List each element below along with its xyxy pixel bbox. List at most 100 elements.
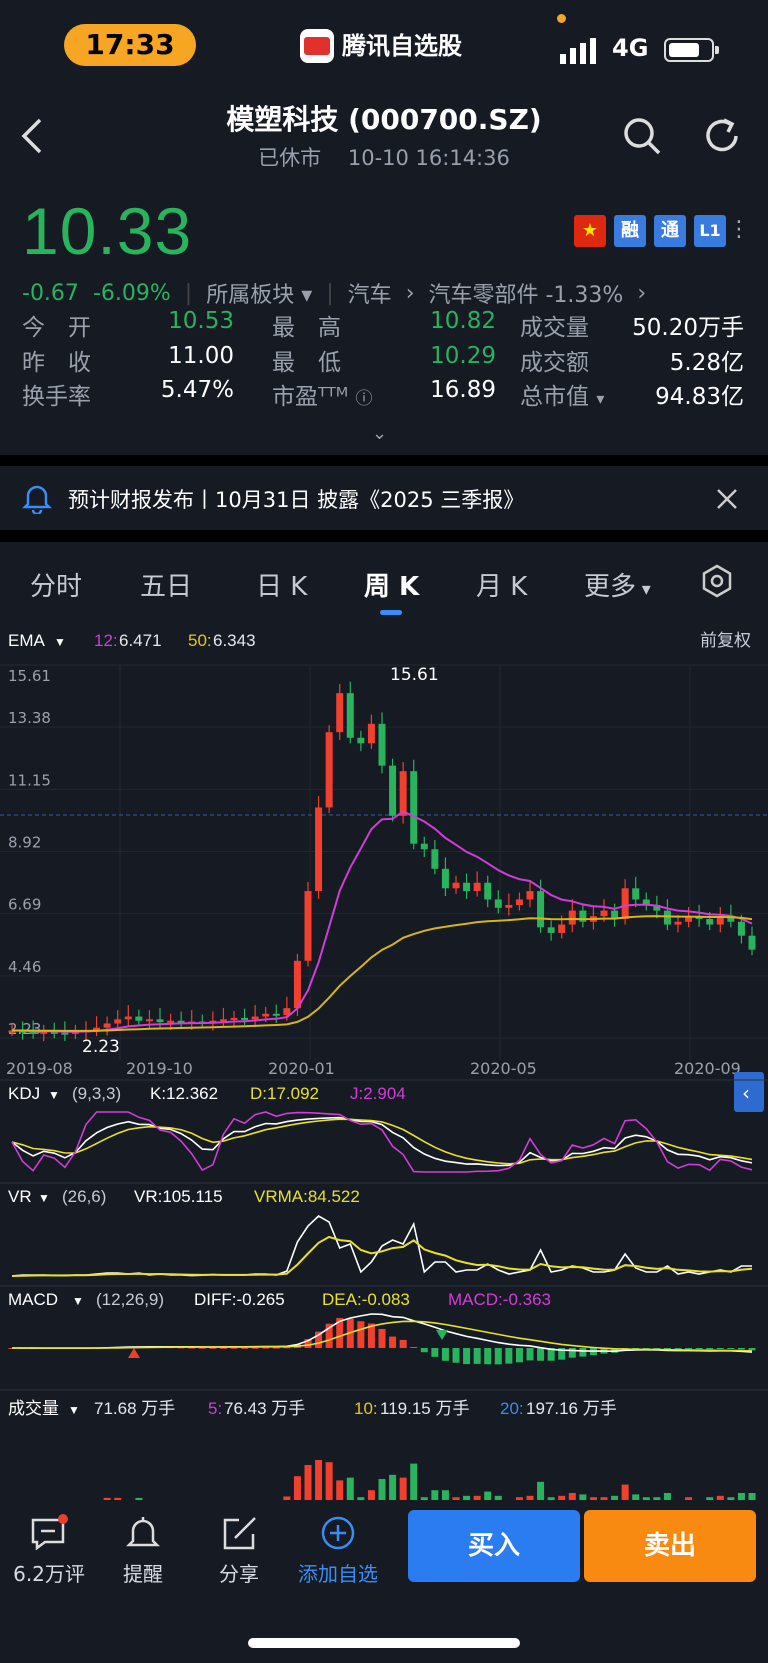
sector-link-auto[interactable]: 汽车 — [348, 277, 392, 309]
vol-ma20-value: 197.16 万手 — [526, 1399, 617, 1418]
expand-chevron-icon[interactable]: ⌄ — [372, 423, 387, 444]
ema12-value: 6.471 — [119, 631, 162, 650]
quote-datetime: 10-10 16:14:36 — [347, 146, 510, 170]
status-bar: 17:33 腾讯自选股 4G — [0, 0, 768, 100]
caret-down-icon: ▼ — [38, 1191, 50, 1205]
market-state: 已休市 — [258, 146, 322, 170]
macd-bar — [568, 1348, 576, 1358]
status-time: 17:33 — [64, 24, 196, 66]
candle-body — [420, 843, 428, 850]
adjust-mode[interactable]: 前复权 — [700, 631, 751, 650]
candle-body — [103, 1023, 111, 1028]
price-change-pct: -6.09% — [92, 280, 171, 306]
death-cross-marker — [436, 1330, 448, 1340]
china-flag-icon: ★ — [574, 215, 606, 247]
candle-body — [473, 882, 481, 892]
quote-panel: 10.33 ★ 融 通 L1 ⋮ -0.67 -6.09% | 所属板块 ▾ |… — [0, 183, 768, 455]
close-icon[interactable] — [712, 484, 742, 514]
price-change: -0.67 — [22, 280, 79, 306]
kdj-k: K:12.362 — [150, 1084, 218, 1103]
refresh-icon[interactable] — [702, 116, 742, 156]
earnings-notice[interactable]: 预计财报发布丨10月31日 披露《2025 三季报》 — [0, 466, 768, 530]
macd-bar — [515, 1348, 523, 1363]
chart-panel: 分时 五日 日 K 周 K 月 K 更多 ▾ EMA ▼ 12: 6.471 5… — [0, 542, 768, 1500]
sector-dropdown[interactable]: 所属板块 ▾ — [206, 277, 312, 309]
active-tab-indicator — [380, 610, 402, 615]
macd-histogram — [8, 1318, 756, 1365]
candle-body — [600, 910, 608, 917]
macd-bar — [748, 1348, 756, 1351]
level-badge[interactable]: L1 — [694, 215, 726, 247]
margin-badge[interactable]: 融 — [614, 215, 646, 247]
candle-body — [410, 771, 418, 844]
candle-body — [167, 1020, 175, 1023]
connect-badge[interactable]: 通 — [654, 215, 686, 247]
chevron-right-icon: › — [637, 280, 647, 306]
buy-button[interactable]: 买入 — [408, 1510, 580, 1582]
macd-bar — [505, 1348, 513, 1364]
comments-button[interactable]: 6.2万评 — [4, 1514, 94, 1587]
vol-ma10-label: 10: — [354, 1399, 378, 1418]
kdj-d: D:17.092 — [250, 1084, 319, 1103]
kdj-d-line — [11, 1118, 753, 1165]
macd-bar — [230, 1347, 238, 1349]
open-value: 10.53 — [168, 308, 234, 334]
mktcap-label[interactable]: 总市值 ▾ — [520, 377, 604, 411]
macd-selector[interactable]: MACD — [8, 1290, 58, 1309]
open-label: 今 开 — [22, 315, 91, 341]
tab-five-day[interactable]: 五日 — [140, 566, 192, 603]
tab-weekly-k[interactable]: 周 K — [364, 566, 419, 603]
macd-bar — [378, 1328, 386, 1348]
price-tick-label: 6.69 — [8, 896, 41, 914]
low-marker: 2.23 — [82, 1037, 120, 1057]
volume-bar — [293, 1476, 301, 1500]
volume-selector[interactable]: 成交量 — [8, 1399, 59, 1418]
ema-legend: EMA ▼ 12: 6.471 50: 6.343 前复权 — [8, 631, 751, 650]
last-price: 10.33 — [22, 194, 193, 268]
search-icon[interactable] — [622, 116, 662, 156]
add-watchlist-button[interactable]: 添加自选 — [290, 1514, 386, 1587]
candle-body — [293, 960, 301, 1009]
tab-intraday[interactable]: 分时 — [30, 566, 82, 603]
candle-body — [621, 888, 629, 919]
sector-link-parts[interactable]: 汽车零部件 -1.33% — [429, 277, 624, 309]
candle-body — [336, 693, 344, 733]
candle-body — [537, 891, 545, 928]
volume-bar — [336, 1480, 344, 1500]
candle-body — [632, 888, 640, 900]
settings-icon[interactable] — [700, 564, 734, 598]
kline-chart[interactable]: EMA ▼ 12: 6.471 50: 6.343 前复权 15.61 13.38… — [0, 620, 768, 1500]
ema50-label: 50: — [188, 631, 212, 650]
battery-icon — [664, 38, 719, 62]
tab-more-label: 更多 — [584, 572, 637, 602]
tab-daily-k[interactable]: 日 K — [256, 566, 307, 603]
volume-bar — [484, 1491, 492, 1500]
volume-value: 71.68 万手 — [94, 1399, 175, 1418]
share-button[interactable]: 分享 — [194, 1514, 284, 1587]
sell-button[interactable]: 卖出 — [584, 1510, 756, 1582]
vol-ma5-label: 5: — [208, 1399, 222, 1418]
change-row: -0.67 -6.09% | 所属板块 ▾ | 汽车 › 汽车零部件 -1.33… — [22, 277, 646, 309]
volume-bar — [568, 1493, 576, 1500]
divider: | — [184, 280, 193, 306]
candle-body — [463, 882, 471, 892]
price-tick-label: 11.15 — [8, 771, 51, 789]
tab-monthly-k[interactable]: 月 K — [476, 566, 527, 603]
bottom-toolbar: 6.2万评 提醒 分享 添加自选 买入 卖出 — [0, 1500, 768, 1663]
high-marker: 15.61 — [390, 665, 439, 685]
macd-params: (12,26,9) — [96, 1290, 164, 1309]
caret-down-icon: ▼ — [68, 1403, 80, 1417]
date-tick-label: 2020-09 — [674, 1059, 741, 1078]
macd-bar — [431, 1348, 439, 1357]
candle-body — [156, 1019, 164, 1023]
more-vertical-icon[interactable]: ⋮ — [728, 215, 750, 245]
share-label: 分享 — [219, 1562, 259, 1586]
vr-selector[interactable]: VR — [8, 1187, 32, 1206]
tab-more[interactable]: 更多 ▾ — [584, 566, 651, 603]
pe-label[interactable]: 市盈ᵀᵀᴹ ⓘ — [272, 377, 373, 411]
alert-button[interactable]: 提醒 — [98, 1514, 188, 1587]
ema-selector[interactable]: EMA — [8, 631, 46, 650]
kdj-params: (9,3,3) — [72, 1084, 121, 1103]
kdj-selector[interactable]: KDJ — [8, 1084, 40, 1103]
candle-body — [251, 1016, 259, 1020]
